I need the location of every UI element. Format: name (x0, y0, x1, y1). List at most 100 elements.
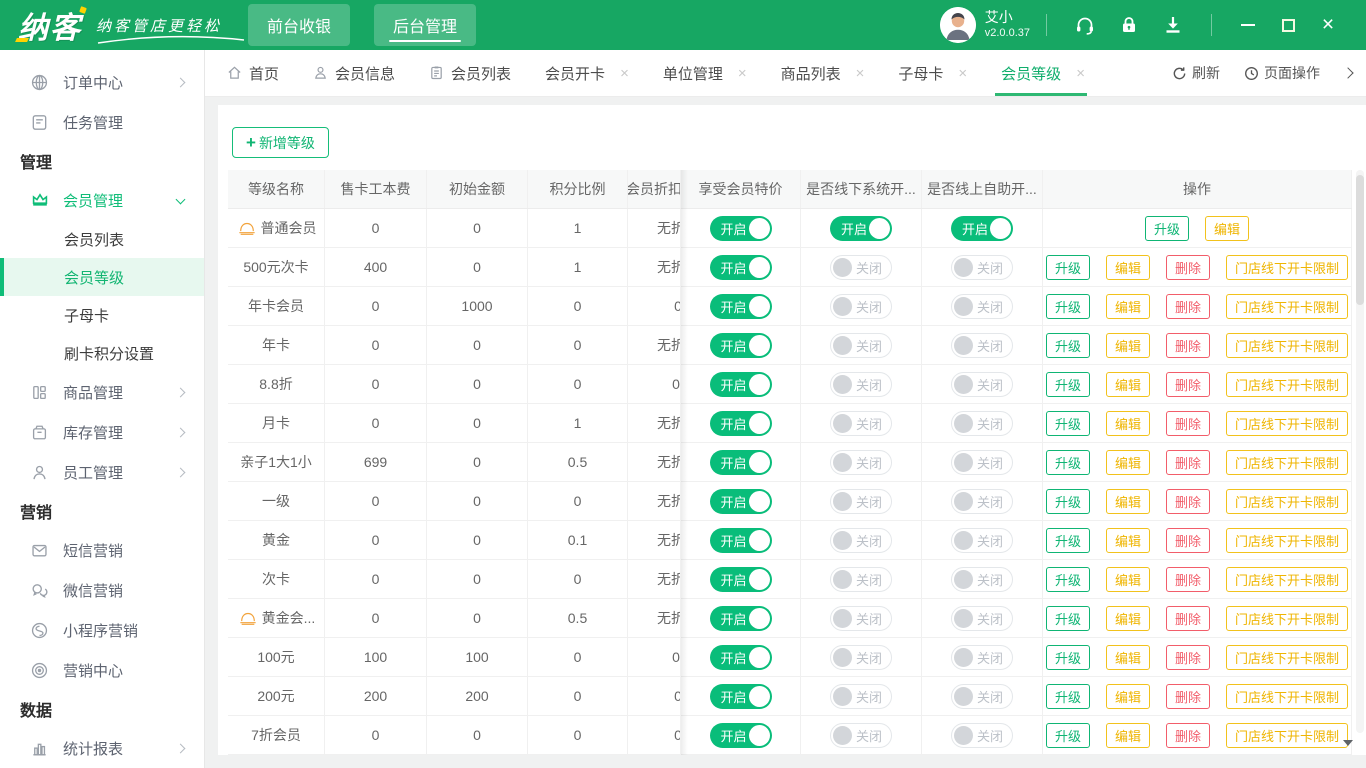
page-actions-button[interactable]: 页面操作 (1244, 63, 1320, 83)
offline-open-toggle[interactable]: 关闭 (830, 605, 892, 631)
sidebar-item-短信营销[interactable]: 短信营销 (0, 530, 204, 570)
special-price-toggle[interactable]: 开启 (709, 254, 772, 280)
upgrade-button[interactable]: 升级 (1045, 254, 1090, 280)
chevron-right-icon[interactable] (1342, 67, 1354, 79)
store-offline-card-limit-button[interactable]: 门店线下开卡限制 (1226, 293, 1349, 319)
upgrade-button[interactable]: 升级 (1045, 449, 1090, 475)
close-tab-icon[interactable]: × (856, 65, 865, 82)
sidebar-item-商品管理[interactable]: 商品管理 (0, 372, 204, 412)
sidebar-item-库存管理[interactable]: 库存管理 (0, 412, 204, 452)
delete-button[interactable]: 删除 (1166, 293, 1211, 319)
upgrade-button[interactable]: 升级 (1144, 215, 1189, 241)
delete-button[interactable]: 删除 (1166, 410, 1211, 436)
backend-admin-tab[interactable]: 后台管理 (374, 4, 477, 46)
online-self-open-toggle[interactable]: 关闭 (951, 644, 1013, 670)
close-tab-icon[interactable]: × (1076, 65, 1085, 82)
maximize-button[interactable] (1280, 17, 1296, 33)
store-offline-card-limit-button[interactable]: 门店线下开卡限制 (1226, 332, 1349, 358)
online-self-open-toggle[interactable]: 关闭 (951, 605, 1013, 631)
online-self-open-toggle[interactable]: 关闭 (951, 683, 1013, 709)
offline-open-toggle[interactable]: 关闭 (830, 254, 892, 280)
store-offline-card-limit-button[interactable]: 门店线下开卡限制 (1226, 254, 1349, 280)
upgrade-button[interactable]: 升级 (1045, 605, 1090, 631)
upgrade-button[interactable]: 升级 (1045, 722, 1090, 748)
store-offline-card-limit-button[interactable]: 门店线下开卡限制 (1226, 488, 1349, 514)
special-price-toggle[interactable]: 开启 (709, 371, 772, 397)
edit-button[interactable]: 编辑 (1105, 410, 1150, 436)
delete-button[interactable]: 删除 (1166, 488, 1211, 514)
edit-button[interactable]: 编辑 (1105, 527, 1150, 553)
store-offline-card-limit-button[interactable]: 门店线下开卡限制 (1226, 527, 1349, 553)
tab-子母卡[interactable]: 子母卡 × (898, 50, 967, 96)
upgrade-button[interactable]: 升级 (1045, 488, 1090, 514)
sidebar-item-会员管理[interactable]: 会员管理 (0, 180, 204, 220)
online-self-open-toggle[interactable]: 关闭 (951, 332, 1013, 358)
store-offline-card-limit-button[interactable]: 门店线下开卡限制 (1226, 605, 1349, 631)
online-self-open-toggle[interactable]: 关闭 (951, 566, 1013, 592)
store-offline-card-limit-button[interactable]: 门店线下开卡限制 (1226, 644, 1349, 670)
close-tab-icon[interactable]: × (958, 65, 967, 82)
offline-open-toggle[interactable]: 关闭 (830, 293, 892, 319)
sidebar-subitem-会员等级[interactable]: 会员等级 (0, 258, 204, 296)
download-icon[interactable] (1162, 14, 1184, 36)
store-offline-card-limit-button[interactable]: 门店线下开卡限制 (1226, 449, 1349, 475)
delete-button[interactable]: 删除 (1166, 683, 1211, 709)
edit-button[interactable]: 编辑 (1105, 371, 1150, 397)
offline-open-toggle[interactable]: 关闭 (830, 527, 892, 553)
sidebar-item-员工管理[interactable]: 员工管理 (0, 452, 204, 492)
offline-open-toggle[interactable]: 关闭 (830, 371, 892, 397)
edit-button[interactable]: 编辑 (1105, 488, 1150, 514)
delete-button[interactable]: 删除 (1166, 644, 1211, 670)
sidebar-subitem-会员列表[interactable]: 会员列表 (0, 220, 204, 258)
avatar[interactable] (939, 7, 976, 43)
special-price-toggle[interactable]: 开启 (709, 488, 772, 514)
upgrade-button[interactable]: 升级 (1045, 371, 1090, 397)
sidebar-item-小程序营销[interactable]: 小程序营销 (0, 610, 204, 650)
store-offline-card-limit-button[interactable]: 门店线下开卡限制 (1226, 722, 1349, 748)
refresh-button[interactable]: 刷新 (1172, 63, 1220, 83)
delete-button[interactable]: 删除 (1166, 449, 1211, 475)
upgrade-button[interactable]: 升级 (1045, 332, 1090, 358)
offline-open-toggle[interactable]: 关闭 (830, 644, 892, 670)
customer-service-icon[interactable] (1074, 14, 1096, 36)
delete-button[interactable]: 删除 (1166, 722, 1211, 748)
scrollbar-thumb[interactable] (1356, 175, 1364, 305)
online-self-open-toggle[interactable]: 关闭 (951, 449, 1013, 475)
minimize-button[interactable] (1240, 17, 1256, 33)
special-price-toggle[interactable]: 开启 (709, 722, 772, 748)
edit-button[interactable]: 编辑 (1105, 332, 1150, 358)
online-self-open-toggle[interactable]: 关闭 (951, 254, 1013, 280)
front-cashier-tab[interactable]: 前台收银 (248, 4, 351, 46)
delete-button[interactable]: 删除 (1166, 527, 1211, 553)
tab-首页[interactable]: 首页 (227, 50, 279, 96)
close-tab-icon[interactable]: × (620, 65, 629, 82)
delete-button[interactable]: 删除 (1166, 566, 1211, 592)
upgrade-button[interactable]: 升级 (1045, 644, 1090, 670)
store-offline-card-limit-button[interactable]: 门店线下开卡限制 (1226, 683, 1349, 709)
edit-button[interactable]: 编辑 (1105, 254, 1150, 280)
sidebar-item-任务管理[interactable]: 任务管理 (0, 102, 204, 142)
delete-button[interactable]: 删除 (1166, 254, 1211, 280)
offline-open-toggle[interactable]: 关闭 (830, 488, 892, 514)
special-price-toggle[interactable]: 开启 (709, 293, 772, 319)
tab-会员等级[interactable]: 会员等级 × (995, 50, 1087, 96)
offline-open-toggle[interactable]: 关闭 (830, 683, 892, 709)
special-price-toggle[interactable]: 开启 (709, 683, 772, 709)
store-offline-card-limit-button[interactable]: 门店线下开卡限制 (1226, 566, 1349, 592)
delete-button[interactable]: 删除 (1166, 332, 1211, 358)
special-price-toggle[interactable]: 开启 (709, 566, 772, 592)
store-offline-card-limit-button[interactable]: 门店线下开卡限制 (1226, 371, 1349, 397)
online-self-open-toggle[interactable]: 关闭 (951, 488, 1013, 514)
tab-会员开卡[interactable]: 会员开卡 × (545, 50, 629, 96)
upgrade-button[interactable]: 升级 (1045, 527, 1090, 553)
lock-icon[interactable] (1118, 14, 1140, 36)
online-self-open-toggle[interactable]: 关闭 (951, 722, 1013, 748)
tab-会员信息[interactable]: 会员信息 (313, 50, 395, 96)
edit-button[interactable]: 编辑 (1105, 449, 1150, 475)
upgrade-button[interactable]: 升级 (1045, 410, 1090, 436)
special-price-toggle[interactable]: 开启 (709, 644, 772, 670)
edit-button[interactable]: 编辑 (1105, 722, 1150, 748)
special-price-toggle[interactable]: 开启 (709, 332, 772, 358)
delete-button[interactable]: 删除 (1166, 605, 1211, 631)
add-level-button[interactable]: + 新增等级 (232, 127, 329, 158)
